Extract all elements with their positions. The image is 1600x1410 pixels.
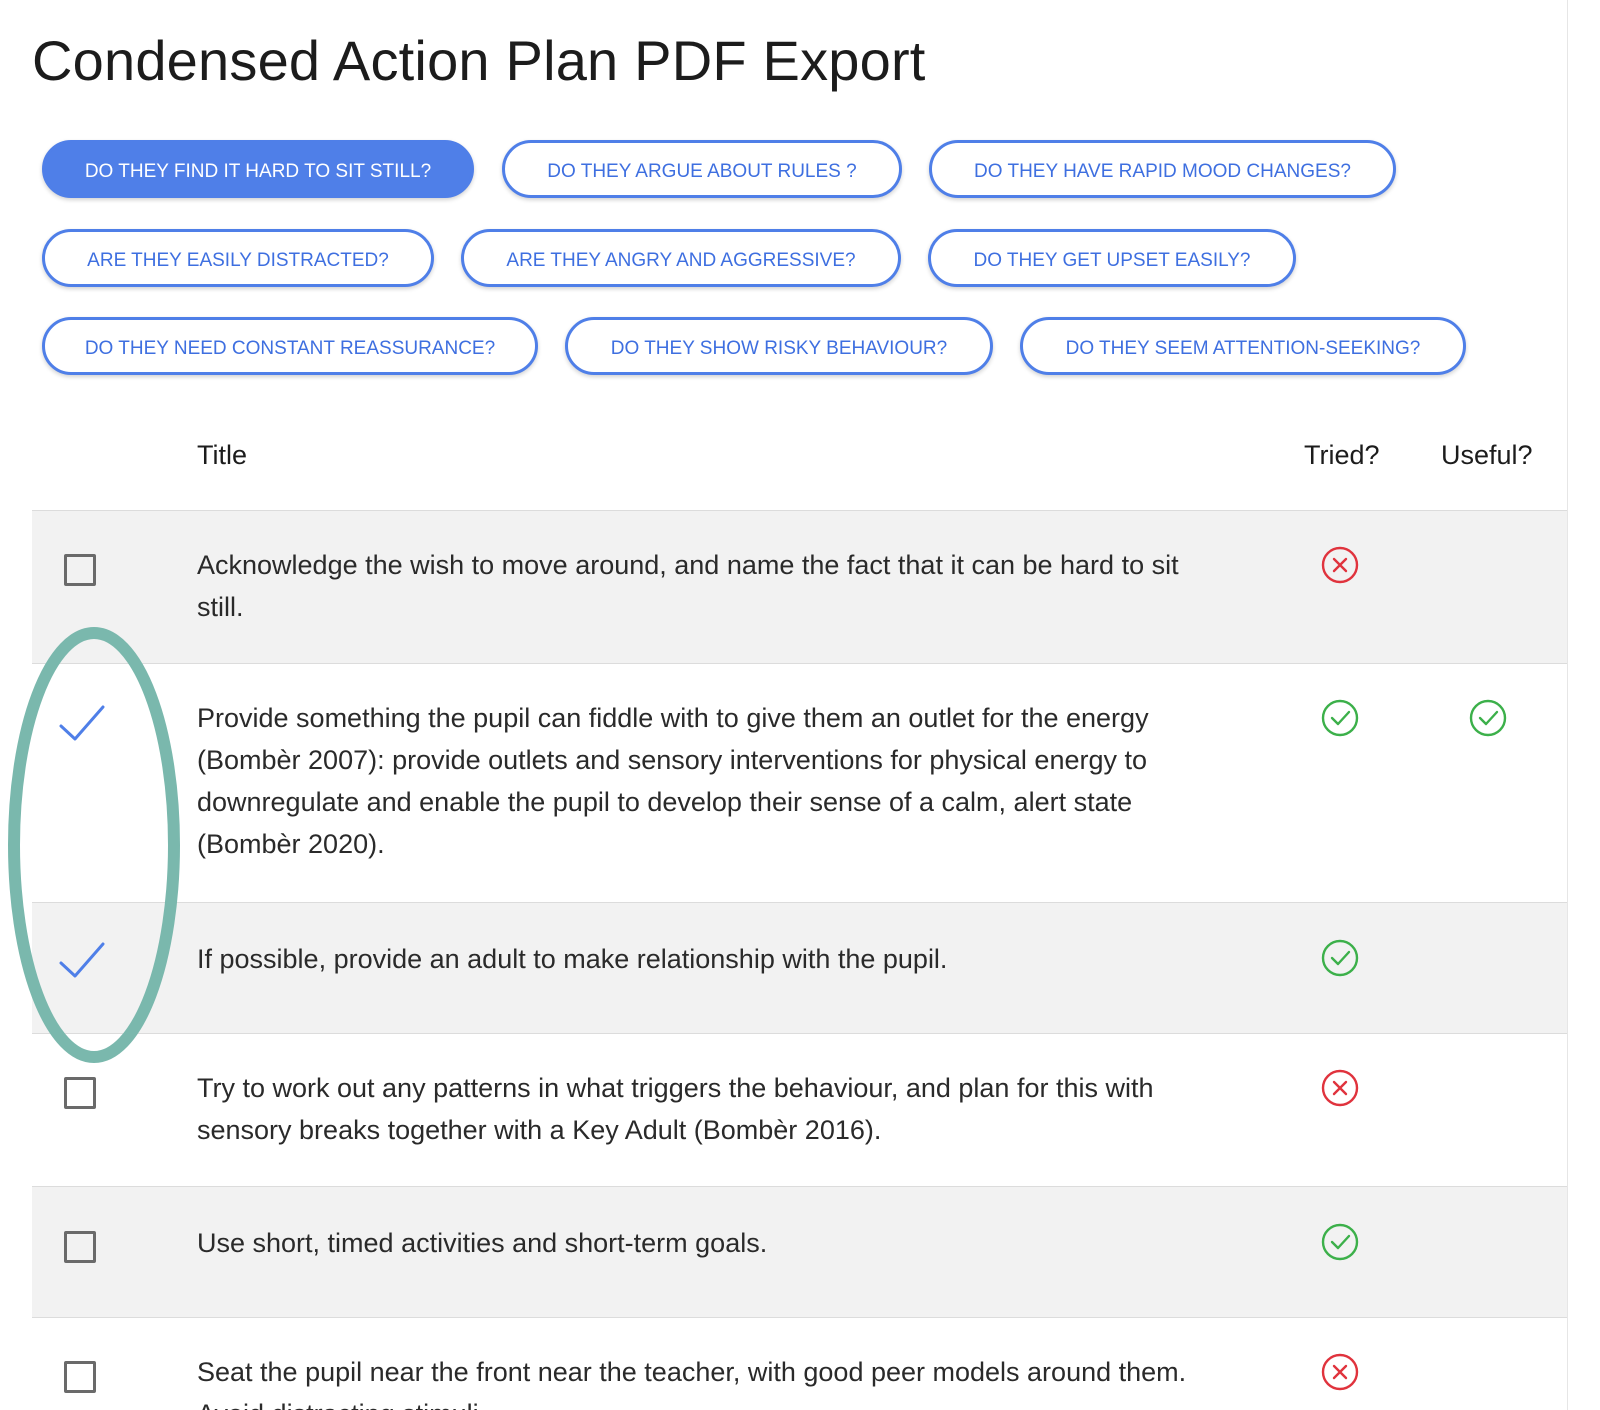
x-circle-icon — [1321, 1069, 1359, 1107]
row-title: Provide something the pupil can fiddle w… — [197, 703, 1149, 859]
filter-chip-mood-changes[interactable]: DO THEY HAVE RAPID MOOD CHANGES? — [929, 140, 1396, 198]
checkmark-icon[interactable] — [56, 702, 108, 746]
table-row: Try to work out any patterns in what tri… — [32, 1034, 1568, 1187]
row-title: If possible, provide an adult to make re… — [197, 944, 948, 974]
page-scroll-edge — [1567, 0, 1600, 1410]
row-title: Try to work out any patterns in what tri… — [197, 1073, 1154, 1145]
page-title: Condensed Action Plan PDF Export — [32, 29, 926, 92]
check-circle-icon — [1321, 939, 1359, 977]
table-row: Seat the pupil near the front near the t… — [32, 1318, 1568, 1410]
filter-chip-angry-aggressive[interactable]: ARE THEY ANGRY AND AGGRESSIVE? — [461, 229, 901, 287]
table-row: If possible, provide an adult to make re… — [32, 903, 1568, 1034]
check-circle-icon — [1321, 1223, 1359, 1261]
action-plan-table: Acknowledge the wish to move around, and… — [32, 510, 1568, 1410]
row-checkbox[interactable] — [64, 1231, 96, 1263]
filter-chip-upset-easily[interactable]: DO THEY GET UPSET EASILY? — [928, 229, 1296, 287]
check-circle-icon — [1321, 699, 1359, 737]
condensed-action-plan-page: Condensed Action Plan PDF Export DO THEY… — [0, 0, 1600, 1410]
filter-chip-argue-rules[interactable]: DO THEY ARGUE ABOUT RULES ? — [502, 140, 902, 198]
filter-chip-easily-distracted[interactable]: ARE THEY EASILY DISTRACTED? — [42, 229, 434, 287]
filter-chip-attention-seeking[interactable]: DO THEY SEEM ATTENTION-SEEKING? — [1020, 317, 1466, 375]
row-title: Use short, timed activities and short-te… — [197, 1228, 768, 1258]
table-row: Use short, timed activities and short-te… — [32, 1187, 1568, 1318]
row-checkbox[interactable] — [64, 1361, 96, 1393]
x-circle-icon — [1321, 1353, 1359, 1391]
row-checkbox[interactable] — [64, 1077, 96, 1109]
row-checkbox[interactable] — [64, 554, 96, 586]
column-header-title: Title — [197, 440, 248, 470]
x-circle-icon — [1321, 546, 1359, 584]
checkmark-icon[interactable] — [56, 939, 108, 983]
row-title: Acknowledge the wish to move around, and… — [197, 550, 1179, 622]
table-row: Provide something the pupil can fiddle w… — [32, 664, 1568, 903]
column-header-useful: Useful? — [1441, 440, 1533, 470]
row-title: Seat the pupil near the front near the t… — [197, 1357, 1187, 1410]
filter-chip-sit-still[interactable]: DO THEY FIND IT HARD TO SIT STILL? — [42, 140, 474, 198]
column-header-tried: Tried? — [1304, 440, 1380, 470]
filter-chip-constant-reassurance[interactable]: DO THEY NEED CONSTANT REASSURANCE? — [42, 317, 538, 375]
table-row: Acknowledge the wish to move around, and… — [32, 511, 1568, 664]
filter-chip-risky-behaviour[interactable]: DO THEY SHOW RISKY BEHAVIOUR? — [565, 317, 993, 375]
check-circle-icon — [1469, 699, 1507, 737]
